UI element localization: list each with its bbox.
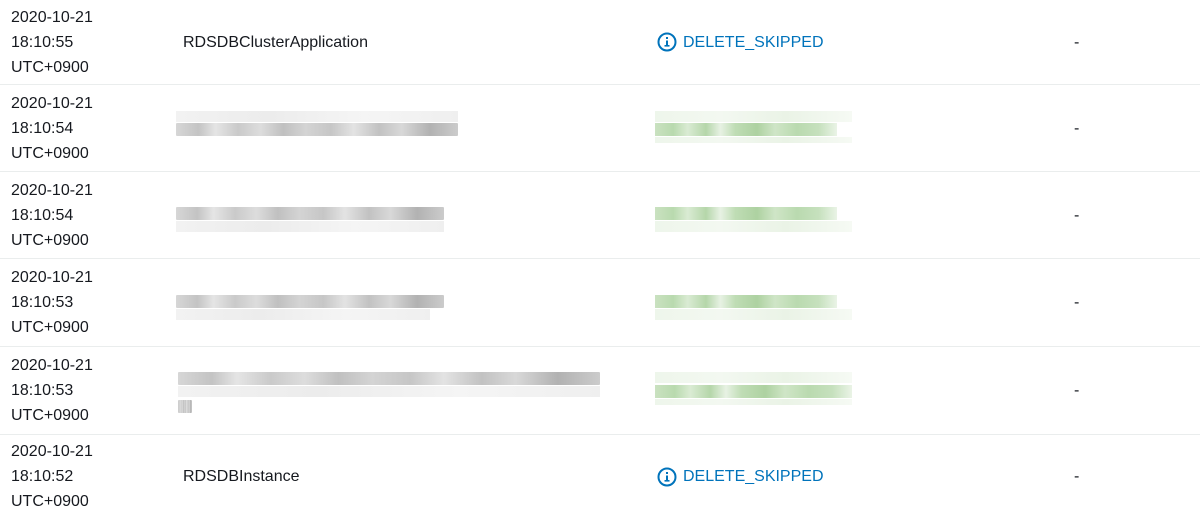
status-reason: - <box>1074 119 1080 137</box>
redacted-status <box>655 385 852 398</box>
status-label: DELETE_SKIPPED <box>657 464 824 489</box>
table-row: 2020-10-21 18:10:53 UTC+0900 - <box>0 259 1200 347</box>
table-row: 2020-10-21 18:10:53 UTC+0900 - <box>0 347 1200 435</box>
redacted-logical-id <box>176 123 458 136</box>
table-row: 2020-10-21 18:10:52 UTC+0900 RDSDBInstan… <box>0 435 1200 518</box>
status-text: DELETE_SKIPPED <box>683 468 824 485</box>
redacted-logical-id <box>176 207 444 220</box>
table-row: 2020-10-21 18:10:54 UTC+0900 - <box>0 172 1200 259</box>
event-timestamp: 2020-10-21 18:10:53 UTC+0900 <box>11 269 93 336</box>
status-label: DELETE_SKIPPED <box>657 30 824 55</box>
logical-id: RDSDBClusterApplication <box>183 33 368 51</box>
redacted-status <box>655 123 837 136</box>
redacted-status <box>655 111 852 122</box>
event-timestamp: 2020-10-21 18:10:52 UTC+0900 <box>11 443 93 510</box>
event-timestamp: 2020-10-21 18:10:53 UTC+0900 <box>11 357 93 424</box>
event-timestamp: 2020-10-21 18:10:54 UTC+0900 <box>11 181 93 249</box>
status-reason: - <box>1074 382 1080 399</box>
event-timestamp: 2020-10-21 18:10:54 UTC+0900 <box>11 94 93 162</box>
redacted-logical-id <box>178 372 600 385</box>
redacted-logical-id <box>176 295 444 308</box>
redacted-status <box>655 295 837 308</box>
table-row: 2020-10-21 18:10:55 UTC+0900 RDSDBCluste… <box>0 0 1200 85</box>
redacted-logical-id <box>176 111 458 122</box>
status-reason: - <box>1074 206 1080 224</box>
status-reason: - <box>1074 294 1080 311</box>
events-table: 2020-10-21 18:10:55 UTC+0900 RDSDBCluste… <box>0 0 1200 518</box>
event-timestamp: 2020-10-21 18:10:55 UTC+0900 <box>11 8 93 76</box>
info-circle-icon <box>657 32 677 52</box>
status-reason: - <box>1074 468 1080 485</box>
logical-id: RDSDBInstance <box>183 468 300 485</box>
status-reason: - <box>1074 33 1080 51</box>
table-row: 2020-10-21 18:10:54 UTC+0900 - <box>0 85 1200 172</box>
info-circle-icon <box>657 467 677 487</box>
redacted-status <box>655 207 837 220</box>
status-text: DELETE_SKIPPED <box>683 33 824 51</box>
